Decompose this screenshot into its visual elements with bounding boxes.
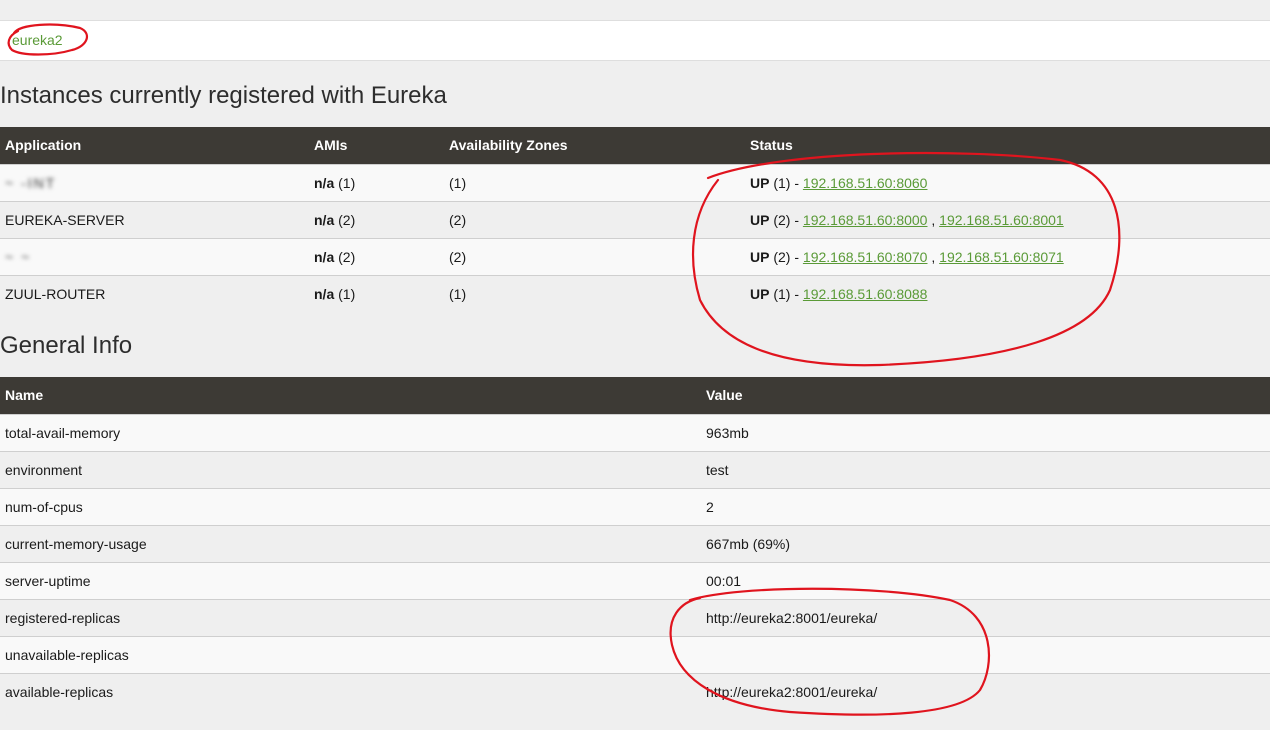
table-row: server-uptime 00:01 xyxy=(0,561,1270,599)
column-header-status: Status xyxy=(745,127,1270,164)
status-count: (1) - xyxy=(773,285,800,302)
ds-replicas-bar: eureka2 xyxy=(0,20,1270,61)
amis-value: n/a xyxy=(314,211,335,228)
zones-cell: (2) xyxy=(444,200,745,238)
info-value: http://eureka2:8001/eureka/ xyxy=(701,598,1270,636)
instance-link[interactable]: 192.168.51.60:8070 xyxy=(803,249,928,265)
amis-cell: n/a (2) xyxy=(309,237,444,275)
info-name: current-memory-usage xyxy=(0,524,701,562)
status-up: UP xyxy=(750,248,770,265)
info-name: unavailable-replicas xyxy=(0,635,701,673)
info-value: 00:01 xyxy=(701,561,1270,599)
column-header-availability-zones: Availability Zones xyxy=(444,127,745,164)
amis-count: (2) xyxy=(338,248,356,265)
instances-header-row: Application AMIs Availability Zones Stat… xyxy=(0,127,1270,164)
info-name: available-replicas xyxy=(0,672,701,710)
amis-count: (1) xyxy=(338,285,356,302)
table-row: ~ ~ n/a (2) (2) UP (2) - 192.168.51.60:8… xyxy=(0,237,1270,275)
status-up: UP xyxy=(750,174,770,191)
general-info-table: Name Value total-avail-memory 963mb envi… xyxy=(0,377,1270,710)
status-cell: UP (1) - 192.168.51.60:8088 xyxy=(745,274,1270,312)
amis-count: (2) xyxy=(338,211,356,228)
table-row: registered-replicas http://eureka2:8001/… xyxy=(0,598,1270,636)
info-value: 963mb xyxy=(701,413,1270,451)
table-row: current-memory-usage 667mb (69%) xyxy=(0,524,1270,562)
status-up: UP xyxy=(750,211,770,228)
column-header-application: Application xyxy=(0,127,309,164)
info-value xyxy=(701,635,1270,673)
info-value: http://eureka2:8001/eureka/ xyxy=(701,672,1270,710)
general-info-title: General Info xyxy=(0,332,133,359)
table-row: unavailable-replicas xyxy=(0,635,1270,673)
general-header-row: Name Value xyxy=(0,377,1270,414)
application-name: ~ -INT xyxy=(0,163,309,201)
status-cell: UP (2) - 192.168.51.60:8000 , 192.168.51… xyxy=(745,200,1270,238)
table-row: ZUUL-ROUTER n/a (1) (1) UP (1) - 192.168… xyxy=(0,274,1270,312)
instance-link[interactable]: 192.168.51.60:8071 xyxy=(939,249,1064,265)
table-row: environment test xyxy=(0,450,1270,488)
application-name: EUREKA-SERVER xyxy=(0,200,309,238)
status-cell: UP (1) - 192.168.51.60:8060 xyxy=(745,163,1270,201)
zones-cell: (1) xyxy=(444,163,745,201)
zones-cell: (1) xyxy=(444,274,745,312)
amis-count: (1) xyxy=(338,174,356,191)
column-header-value: Value xyxy=(701,377,1270,414)
info-name: registered-replicas xyxy=(0,598,701,636)
status-count: (1) - xyxy=(773,174,800,191)
amis-cell: n/a (1) xyxy=(309,163,444,201)
amis-value: n/a xyxy=(314,248,335,265)
table-row: ~ -INT n/a (1) (1) UP (1) - 192.168.51.6… xyxy=(0,163,1270,201)
info-value: test xyxy=(701,450,1270,488)
instance-link[interactable]: 192.168.51.60:8060 xyxy=(803,175,928,191)
instance-link[interactable]: 192.168.51.60:8000 xyxy=(803,212,928,228)
redacted-application-name: ~ ~ xyxy=(5,248,32,265)
info-name: total-avail-memory xyxy=(0,413,701,451)
eureka-dashboard: eureka2 Instances currently registered w… xyxy=(0,0,1270,730)
application-name: ZUUL-ROUTER xyxy=(0,274,309,312)
amis-value: n/a xyxy=(314,174,335,191)
status-up: UP xyxy=(750,285,770,302)
top-cut-off-section xyxy=(0,0,1270,20)
table-row: total-avail-memory 963mb xyxy=(0,413,1270,451)
info-value: 667mb (69%) xyxy=(701,524,1270,562)
application-name: ~ ~ xyxy=(0,237,309,275)
amis-cell: n/a (2) xyxy=(309,200,444,238)
instance-link[interactable]: 192.168.51.60:8001 xyxy=(939,212,1064,228)
status-count: (2) - xyxy=(773,211,800,228)
info-value: 2 xyxy=(701,487,1270,525)
instances-table: Application AMIs Availability Zones Stat… xyxy=(0,127,1270,312)
column-header-amis: AMIs xyxy=(309,127,444,164)
amis-value: n/a xyxy=(314,285,335,302)
table-row: available-replicas http://eureka2:8001/e… xyxy=(0,672,1270,710)
redacted-application-name: ~ -INT xyxy=(5,174,57,191)
status-cell: UP (2) - 192.168.51.60:8070 , 192.168.51… xyxy=(745,237,1270,275)
info-name: num-of-cpus xyxy=(0,487,701,525)
column-header-name: Name xyxy=(0,377,701,414)
info-name: environment xyxy=(0,450,701,488)
instances-title: Instances currently registered with Eure… xyxy=(0,82,447,109)
amis-cell: n/a (1) xyxy=(309,274,444,312)
table-row: num-of-cpus 2 xyxy=(0,487,1270,525)
table-row: EUREKA-SERVER n/a (2) (2) UP (2) - 192.1… xyxy=(0,200,1270,238)
instance-link[interactable]: 192.168.51.60:8088 xyxy=(803,286,928,302)
status-count: (2) - xyxy=(773,248,800,265)
replica-link[interactable]: eureka2 xyxy=(12,32,63,48)
zones-cell: (2) xyxy=(444,237,745,275)
info-name: server-uptime xyxy=(0,561,701,599)
